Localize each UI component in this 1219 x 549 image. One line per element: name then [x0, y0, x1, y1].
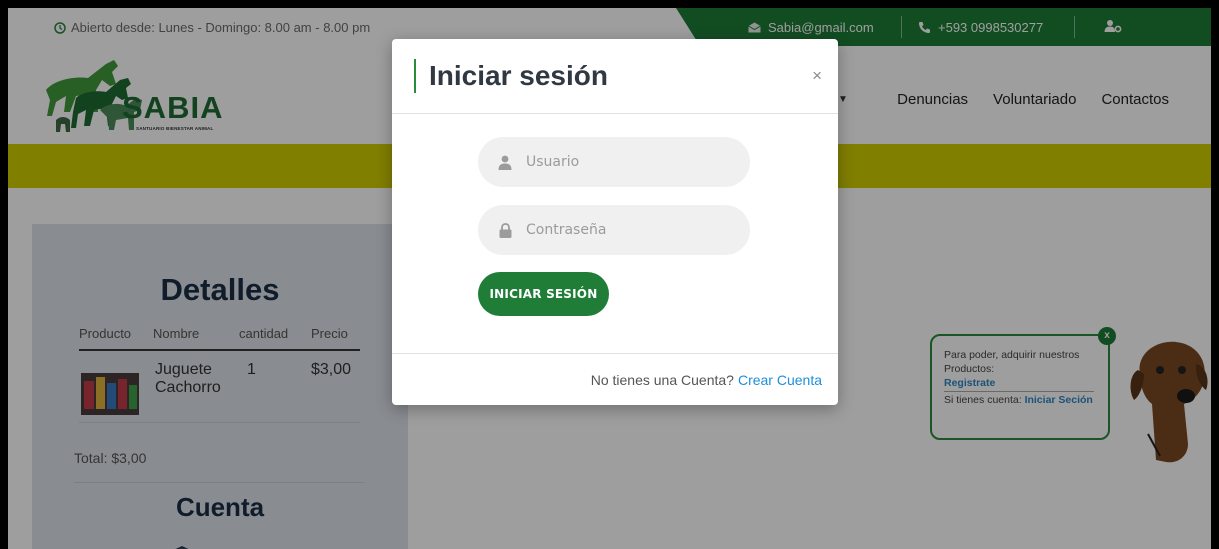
modal-title: Iniciar sesión: [414, 59, 608, 93]
no-account-text: No tienes una Cuenta?: [590, 371, 734, 388]
password-field[interactable]: [478, 205, 750, 255]
modal-header: Iniciar sesión ×: [392, 39, 838, 114]
create-account-link[interactable]: Crear Cuenta: [738, 372, 822, 388]
lock-icon: [497, 222, 513, 238]
modal-footer: No tienes una Cuenta? Crear Cuenta: [392, 353, 838, 405]
modal-close-button[interactable]: ×: [812, 66, 822, 86]
login-modal: Iniciar sesión × INICIAR SESIÓN No tiene…: [392, 39, 838, 405]
password-input[interactable]: [526, 222, 726, 238]
login-submit-button[interactable]: INICIAR SESIÓN: [478, 272, 609, 316]
browser-viewport: Abierto desde: Lunes - Domingo: 8.00 am …: [8, 8, 1211, 549]
user-icon: [497, 154, 513, 170]
username-field[interactable]: [478, 137, 750, 187]
username-input[interactable]: [526, 154, 726, 170]
